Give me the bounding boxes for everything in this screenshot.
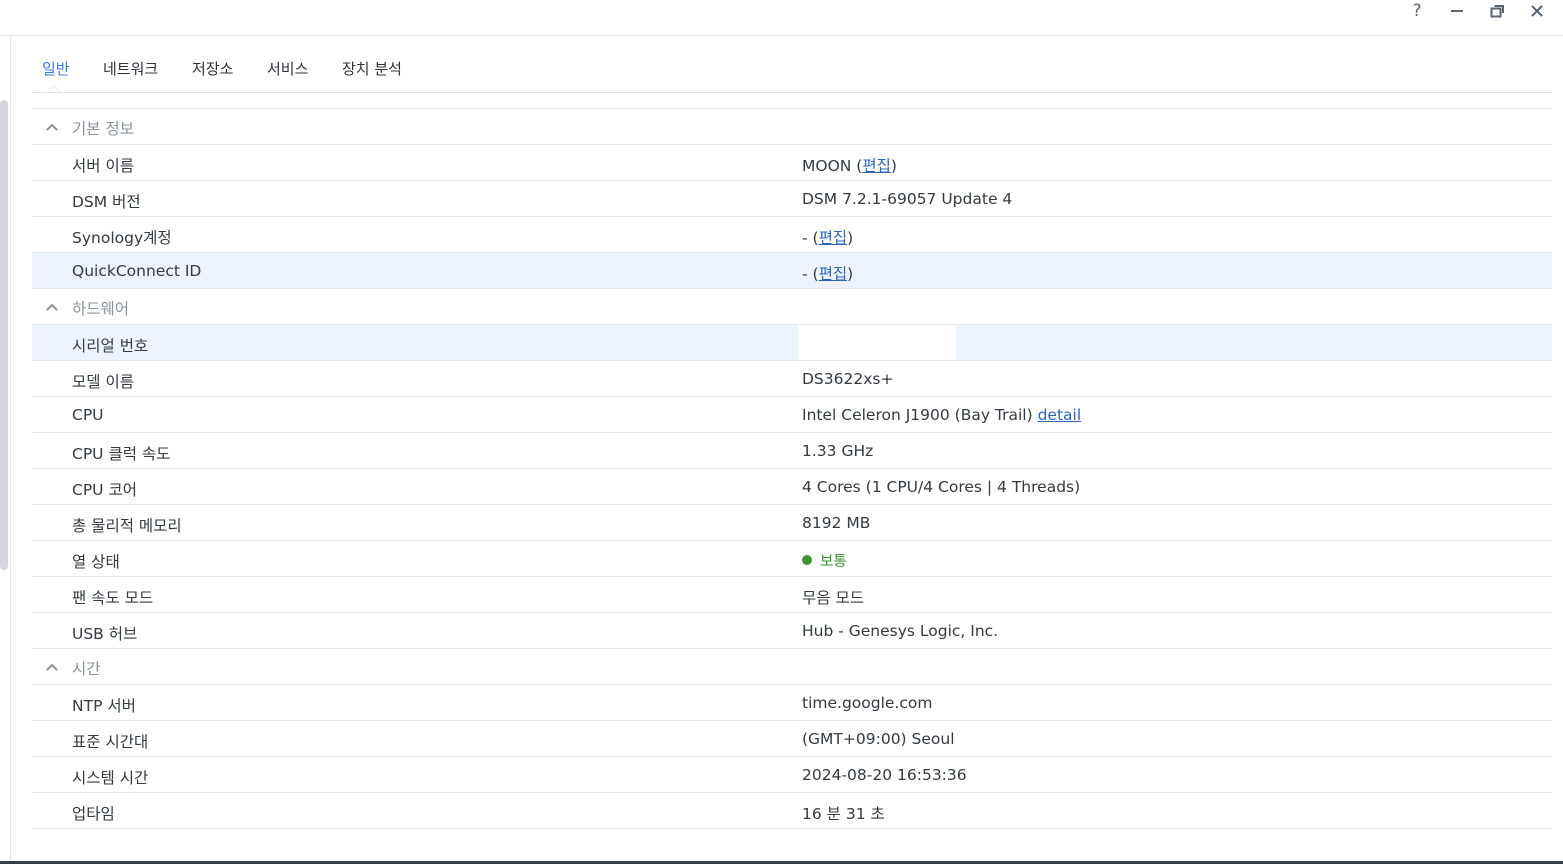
table-row: USB 허브 Hub - Genesys Logic, Inc. <box>32 613 1552 649</box>
scrollbar-thumb[interactable] <box>0 100 8 570</box>
table-row: CPU 클럭 속도 1.33 GHz <box>32 433 1552 469</box>
minimize-button[interactable] <box>1443 0 1471 22</box>
close-button[interactable] <box>1523 0 1551 22</box>
row-value: 1.33 GHz <box>802 442 874 460</box>
table-row: 시리얼 번호 <box>32 325 1552 361</box>
row-label: DSM 버전 <box>72 193 141 211</box>
active-tab-indicator <box>47 85 61 92</box>
section-title: 하드웨어 <box>72 300 130 318</box>
row-value: 8192 MB <box>802 514 871 532</box>
table-row: 업타임 16 분 31 초 <box>32 793 1552 829</box>
server-name-value: MOON <box>802 157 852 175</box>
row-value: 보통 <box>802 550 847 571</box>
section-title: 시간 <box>72 660 101 678</box>
table-row: DSM 버전 DSM 7.2.1-69057 Update 4 <box>32 181 1552 217</box>
table-row: NTP 서버 time.google.com <box>32 685 1552 721</box>
quickconnect-value: - <box>802 265 808 283</box>
row-value: time.google.com <box>802 694 933 712</box>
row-label: 총 물리적 메모리 <box>72 517 182 535</box>
row-value: 4 Cores (1 CPU/4 Cores | 4 Threads) <box>802 478 1081 496</box>
chevron-up-icon[interactable] <box>45 120 59 134</box>
row-value: MOON (편집) <box>802 157 897 175</box>
row-label: 업타임 <box>72 805 115 823</box>
row-value: - (편집) <box>802 229 854 247</box>
row-value: Hub - Genesys Logic, Inc. <box>802 622 999 640</box>
row-value: Intel Celeron J1900 (Bay Trail) detail <box>802 406 1081 424</box>
table-row: 표준 시간대 (GMT+09:00) Seoul <box>32 721 1552 757</box>
help-button[interactable]: ? <box>1403 0 1431 22</box>
row-label: CPU 코어 <box>72 481 137 499</box>
table-row: QuickConnect ID - (편집) <box>32 253 1552 289</box>
row-label: CPU 클럭 속도 <box>72 445 171 463</box>
section-time[interactable]: 시간 <box>32 649 1552 685</box>
row-label: NTP 서버 <box>72 697 136 715</box>
status-dot-icon <box>802 555 812 565</box>
panel-left-border <box>10 36 11 864</box>
table-row: 모델 이름 DS3622xs+ <box>32 361 1552 397</box>
row-label: 표준 시간대 <box>72 733 149 751</box>
row-label: 서버 이름 <box>72 157 134 175</box>
minimize-icon <box>1451 10 1463 12</box>
table-row: 시스템 시간 2024-08-20 16:53:36 <box>32 757 1552 793</box>
serial-redacted-block <box>798 325 956 360</box>
row-value: 16 분 31 초 <box>802 805 885 823</box>
row-value: 무음 모드 <box>802 589 864 607</box>
row-value: 2024-08-20 16:53:36 <box>802 766 967 784</box>
restore-icon <box>1490 5 1504 18</box>
table-row: CPU 코어 4 Cores (1 CPU/4 Cores | 4 Thread… <box>32 469 1552 505</box>
table-row: 열 상태 보통 <box>32 541 1552 577</box>
tab-services[interactable]: 서비스 <box>267 58 308 79</box>
row-value: DSM 7.2.1-69057 Update 4 <box>802 190 1013 208</box>
chevron-up-icon[interactable] <box>45 300 59 314</box>
edit-server-name-link[interactable]: 편집 <box>862 157 891 175</box>
row-label: QuickConnect ID <box>72 262 202 280</box>
info-grid: 기본 정보 서버 이름 MOON (편집) DSM 버전 DSM 7.2.1-6… <box>32 108 1552 829</box>
row-label: 시스템 시간 <box>72 769 149 787</box>
row-label: USB 허브 <box>72 625 138 643</box>
table-row: Synology계정 - (편집) <box>32 217 1552 253</box>
window-titlebar: ? <box>0 0 1563 36</box>
table-row: CPU Intel Celeron J1900 (Bay Trail) deta… <box>32 397 1552 433</box>
thermal-status-text: 보통 <box>820 554 847 570</box>
section-basic-info[interactable]: 기본 정보 <box>32 109 1552 145</box>
row-label: CPU <box>72 406 104 424</box>
row-label: Synology계정 <box>72 229 172 247</box>
tab-network[interactable]: 네트워크 <box>103 58 158 79</box>
row-label: 팬 속도 모드 <box>72 589 154 607</box>
table-row: 서버 이름 MOON (편집) <box>32 145 1552 181</box>
edit-synology-account-link[interactable]: 편집 <box>819 229 848 247</box>
tab-device-analysis[interactable]: 장치 분석 <box>342 58 402 79</box>
synology-account-value: - <box>802 229 808 247</box>
row-value: - (편집) <box>802 265 854 283</box>
row-value: DS3622xs+ <box>802 370 894 388</box>
help-icon: ? <box>1412 1 1422 21</box>
close-icon <box>1531 5 1543 17</box>
restore-button[interactable] <box>1483 0 1511 22</box>
section-title: 기본 정보 <box>72 120 134 138</box>
tab-bar: 일반 네트워크 저장소 서비스 장치 분석 <box>32 44 1552 93</box>
row-label: 시리얼 번호 <box>72 337 149 355</box>
cpu-value: Intel Celeron J1900 (Bay Trail) <box>802 406 1033 424</box>
tab-storage[interactable]: 저장소 <box>192 58 233 79</box>
section-hardware[interactable]: 하드웨어 <box>32 289 1552 325</box>
row-label: 모델 이름 <box>72 373 134 391</box>
chevron-up-icon[interactable] <box>45 660 59 674</box>
edit-quickconnect-link[interactable]: 편집 <box>819 265 848 283</box>
table-row: 팬 속도 모드 무음 모드 <box>32 577 1552 613</box>
cpu-detail-link[interactable]: detail <box>1038 406 1082 424</box>
row-value: (GMT+09:00) Seoul <box>802 730 955 748</box>
tab-general[interactable]: 일반 <box>42 58 70 79</box>
row-label: 열 상태 <box>72 553 120 571</box>
table-row: 총 물리적 메모리 8192 MB <box>32 505 1552 541</box>
